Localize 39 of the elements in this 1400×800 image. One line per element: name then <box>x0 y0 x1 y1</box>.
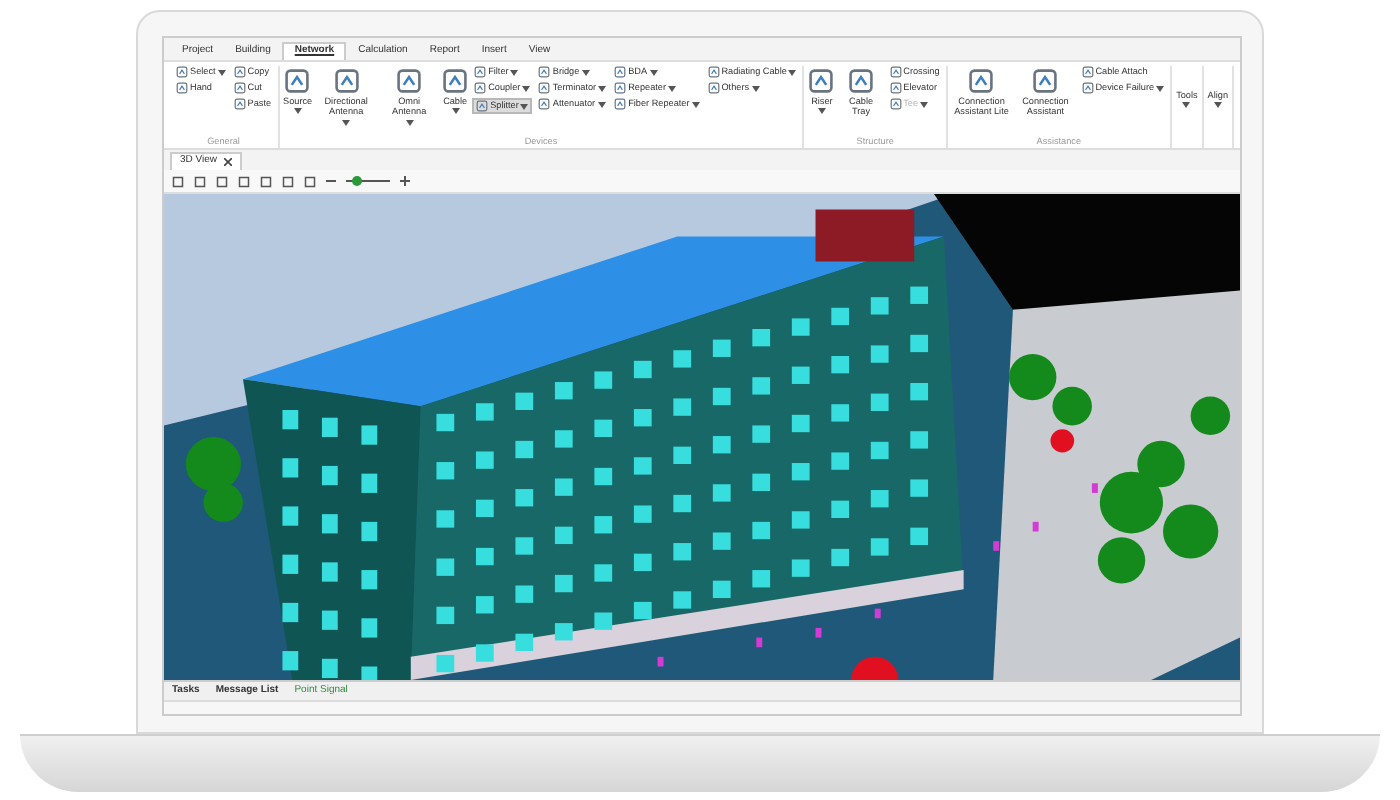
tool-icon <box>233 82 246 94</box>
tool-icon <box>333 68 360 94</box>
tool-icon <box>1081 82 1094 94</box>
tool-icon <box>284 68 311 94</box>
tool-icon <box>538 82 551 94</box>
close-icon[interactable] <box>223 158 232 167</box>
tool-icon <box>707 66 720 78</box>
toolbar-square-icon[interactable] <box>260 175 272 187</box>
tool-icon <box>614 98 627 110</box>
tool-icon <box>614 66 627 78</box>
tool-icon <box>614 82 627 94</box>
tool-icon <box>396 68 423 94</box>
toolbar-square-icon[interactable] <box>238 175 250 187</box>
toolbar-square-icon[interactable] <box>194 175 206 187</box>
tool-icon <box>176 82 188 94</box>
tool-icon <box>808 68 835 94</box>
toolbar-square-icon[interactable] <box>172 175 184 187</box>
tool-icon <box>1081 66 1094 78</box>
tool-icon <box>889 98 902 110</box>
tool-icon <box>707 82 720 94</box>
toolbar-square-icon[interactable] <box>282 175 294 187</box>
tool-icon <box>889 66 902 78</box>
toolbar-square-icon[interactable] <box>216 175 228 187</box>
tool-icon <box>968 68 995 94</box>
tool-icon <box>442 68 469 94</box>
tool-icon <box>538 98 551 110</box>
tool-icon <box>233 98 246 110</box>
tool-icon <box>848 68 875 94</box>
plus-icon[interactable] <box>400 176 410 186</box>
tool-icon <box>474 66 487 78</box>
tool-icon <box>176 66 188 78</box>
tool-icon <box>538 66 551 78</box>
toolbar-square-icon[interactable] <box>304 175 316 187</box>
slider-thumb[interactable] <box>352 176 362 186</box>
tool-icon <box>476 100 489 112</box>
tool-icon <box>889 82 902 94</box>
tool-icon <box>233 66 246 78</box>
tool-icon <box>474 82 487 94</box>
tool-icon <box>1032 68 1059 94</box>
